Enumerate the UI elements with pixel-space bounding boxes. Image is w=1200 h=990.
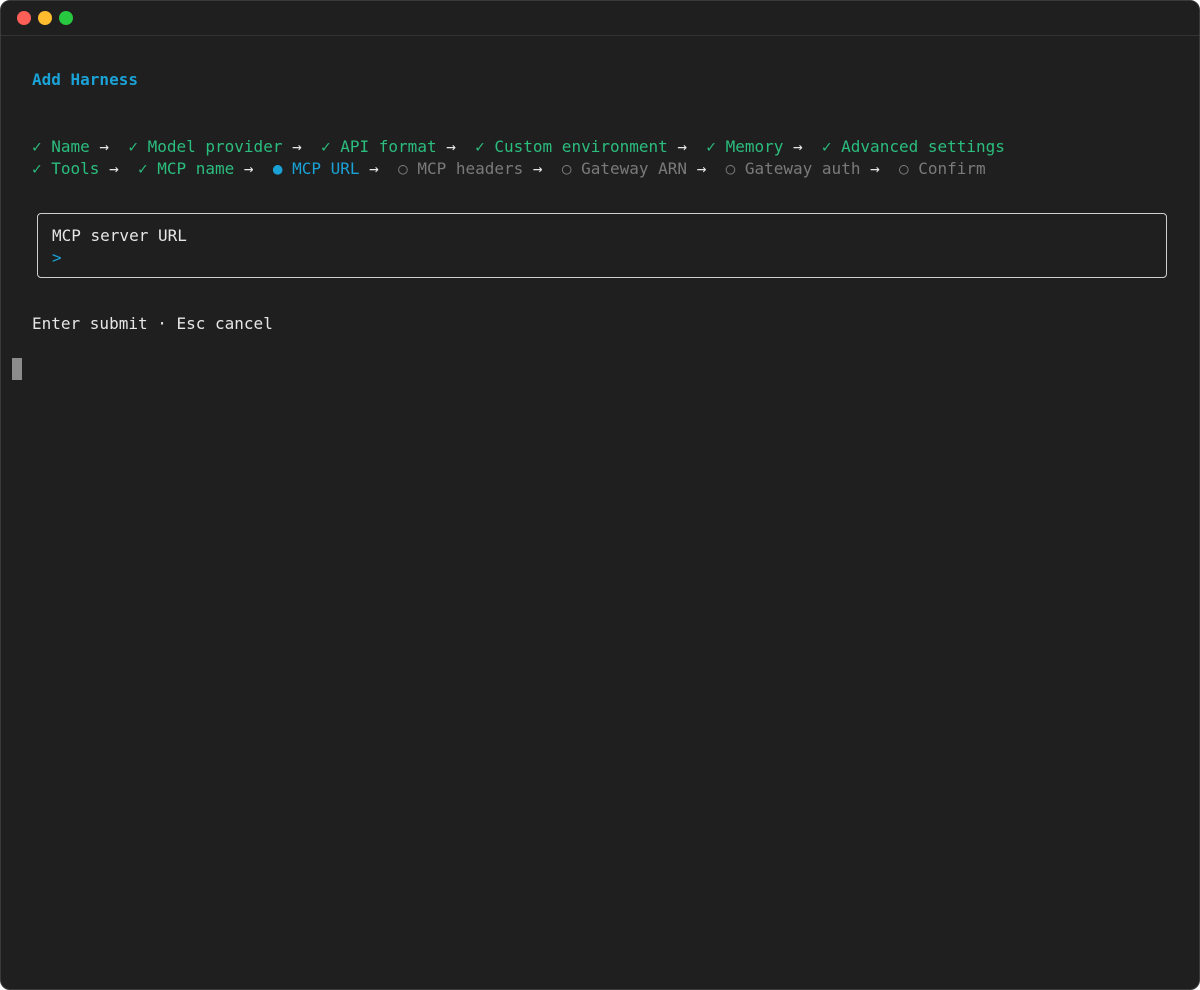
step-arrow: → bbox=[99, 159, 138, 178]
step-name: ✓ Name bbox=[32, 137, 90, 156]
step-arrow: → bbox=[282, 137, 321, 156]
step-arrow: → bbox=[89, 137, 129, 156]
step-arrow: → bbox=[523, 159, 562, 178]
step-tools: ✓ Tools bbox=[32, 159, 100, 178]
title-bar bbox=[1, 1, 1199, 36]
terminal-window: Add Harness ✓ Name → ✓ Model provider → … bbox=[0, 0, 1200, 990]
terminal-cursor bbox=[12, 358, 22, 380]
step-api-format: ✓ API format bbox=[320, 137, 437, 156]
minimize-window-button[interactable] bbox=[38, 11, 52, 25]
page-title: Add Harness bbox=[32, 70, 138, 89]
step-arrow: → bbox=[234, 159, 273, 178]
step-model-provider: ✓ Model provider bbox=[128, 137, 283, 156]
step-advanced-settings: ✓ Advanced settings bbox=[821, 137, 1005, 156]
step-gateway-auth: ○ Gateway auth bbox=[725, 159, 861, 178]
input-prompt[interactable]: > bbox=[52, 248, 62, 268]
step-arrow: → bbox=[436, 137, 476, 156]
step-confirm: ○ Confirm bbox=[898, 159, 986, 178]
key-hint: Enter submit · Esc cancel bbox=[32, 314, 273, 333]
step-memory: ✓ Memory bbox=[706, 137, 784, 156]
step-arrow: → bbox=[667, 137, 707, 156]
step-arrow: → bbox=[687, 159, 726, 178]
step-arrow: → bbox=[783, 137, 822, 156]
prompt-glyph: > bbox=[52, 248, 62, 267]
maximize-window-button[interactable] bbox=[59, 11, 73, 25]
step-custom-environment: ✓ Custom environment bbox=[475, 137, 668, 156]
step-gateway-arn: ○ Gateway ARN bbox=[561, 159, 688, 178]
step-mcp-url: ● MCP URL bbox=[272, 159, 360, 178]
step-mcp-name: ✓ MCP name bbox=[137, 159, 235, 178]
steps-row-1: ✓ Name → ✓ Model provider → ✓ API format… bbox=[32, 136, 1005, 158]
url-input-box[interactable]: MCP server URL > bbox=[37, 213, 1167, 278]
steps-row-2: ✓ Tools → ✓ MCP name → ● MCP URL → ○ MCP… bbox=[32, 158, 986, 180]
step-arrow: → bbox=[860, 159, 899, 178]
input-label: MCP server URL bbox=[52, 226, 187, 245]
step-arrow: → bbox=[359, 159, 399, 178]
step-mcp-headers: ○ MCP headers bbox=[398, 159, 524, 178]
close-window-button[interactable] bbox=[17, 11, 31, 25]
